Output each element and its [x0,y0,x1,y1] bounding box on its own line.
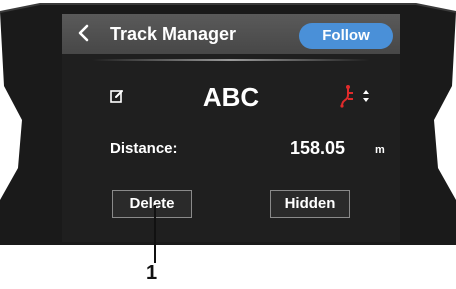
callout-line [154,205,156,263]
screen: Track Manager Follow ABC Distance: 158.0… [62,14,400,242]
divider [92,59,370,61]
delete-button[interactable]: Delete [112,190,192,218]
callout-number: 1 [146,262,158,284]
up-down-icon[interactable] [362,88,370,104]
hidden-button[interactable]: Hidden [270,190,350,218]
track-route-icon[interactable] [339,84,357,108]
header-bar: Track Manager Follow [62,14,400,54]
follow-button[interactable]: Follow [299,23,393,49]
distance-value: 158.05 [290,138,346,158]
distance-label: Distance: [110,140,178,157]
page-title: Track Manager [110,24,237,44]
back-chevron-icon[interactable] [76,23,92,43]
distance-unit: m [375,144,385,156]
